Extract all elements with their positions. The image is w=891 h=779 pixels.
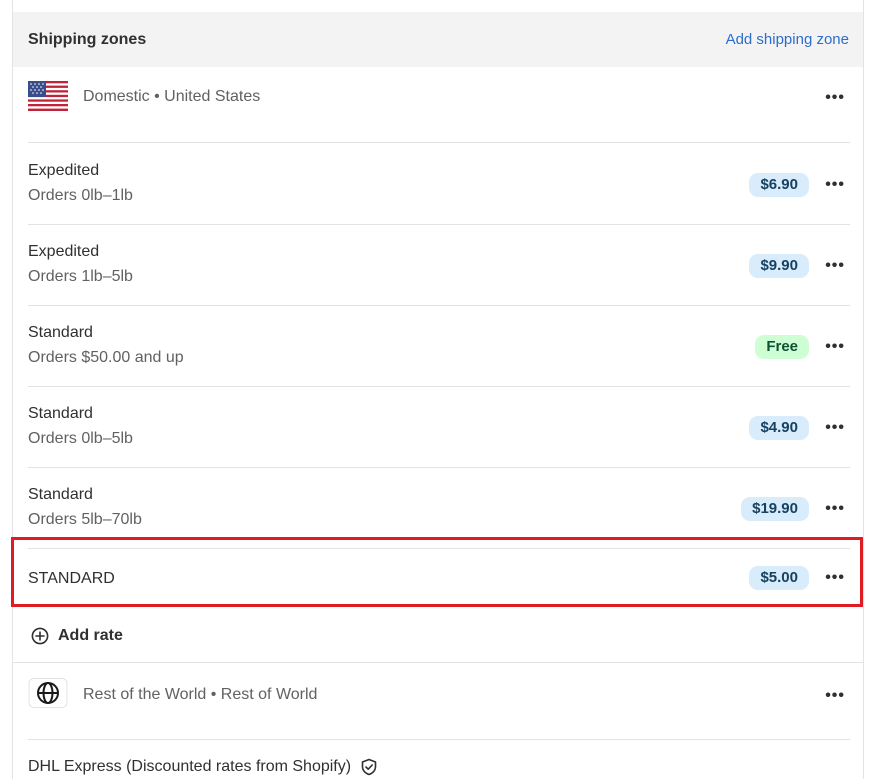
carrier-label: DHL Express (Discounted rates from Shopi… [28, 758, 352, 775]
zone-divider [13, 662, 863, 663]
rate-name: Expedited [28, 162, 100, 179]
add-rate-label: Add rate [58, 627, 123, 644]
rate-price-badge: $9.90 [749, 254, 809, 278]
rate-row: Standard Orders 5lb–70lb $19.90 ••• [13, 467, 863, 548]
rate-condition: Orders $50.00 and up [28, 349, 184, 366]
rate-name: Standard [28, 324, 93, 341]
rate-row-highlighted: STANDARD $5.00 ••• [13, 549, 863, 607]
zone-row-world: Rest of the World • Rest of World ••• [13, 664, 863, 724]
rate-row: Standard Orders $50.00 and up Free ••• [13, 305, 863, 386]
card-top-strip [13, 0, 863, 12]
card-title: Shipping zones [28, 31, 147, 48]
rate-price-badge: $6.90 [749, 173, 809, 197]
globe-icon [28, 678, 68, 708]
rate-name: STANDARD [28, 570, 115, 587]
shipping-zones-card: Shipping zones Add shipping zone Domesti… [12, 0, 864, 779]
rate-row: Expedited Orders 1lb–5lb $9.90 ••• [13, 224, 863, 305]
zone-more-icon[interactable]: ••• [825, 688, 845, 704]
carrier-row: DHL Express (Discounted rates from Shopi… [28, 758, 378, 776]
rate-name: Standard [28, 486, 93, 503]
add-rate-button[interactable]: Add rate [31, 626, 123, 646]
rate-name: Expedited [28, 243, 100, 260]
rate-more-icon[interactable]: ••• [825, 258, 845, 274]
plus-circle-icon [31, 627, 49, 645]
card-header: Shipping zones Add shipping zone [13, 12, 863, 67]
rate-more-icon[interactable]: ••• [825, 570, 845, 586]
zone-row-domestic: Domestic • United States ••• [13, 67, 863, 127]
rate-more-icon[interactable]: ••• [825, 177, 845, 193]
rate-condition: Orders 0lb–1lb [28, 187, 133, 204]
rate-row: Standard Orders 0lb–5lb $4.90 ••• [13, 386, 863, 467]
us-flag-icon [28, 81, 68, 111]
rate-row: Expedited Orders 0lb–1lb $6.90 ••• [13, 143, 863, 224]
rate-condition: Orders 1lb–5lb [28, 268, 133, 285]
shield-check-icon [361, 758, 377, 776]
rate-price-badge: $4.90 [749, 416, 809, 440]
zone-label-domestic: Domestic • United States [83, 88, 261, 105]
zone-more-icon[interactable]: ••• [825, 90, 845, 106]
rate-free-badge: Free [755, 335, 809, 359]
rate-more-icon[interactable]: ••• [825, 420, 845, 436]
rate-more-icon[interactable]: ••• [825, 339, 845, 355]
rate-name: Standard [28, 405, 93, 422]
rate-price-badge: $19.90 [741, 497, 809, 521]
rate-more-icon[interactable]: ••• [825, 501, 845, 517]
rate-condition: Orders 5lb–70lb [28, 511, 142, 528]
divider [28, 739, 850, 740]
rate-price-badge: $5.00 [749, 566, 809, 590]
rate-condition: Orders 0lb–5lb [28, 430, 133, 447]
add-shipping-zone-link[interactable]: Add shipping zone [726, 31, 849, 48]
zone-label-world: Rest of the World • Rest of World [83, 686, 318, 703]
